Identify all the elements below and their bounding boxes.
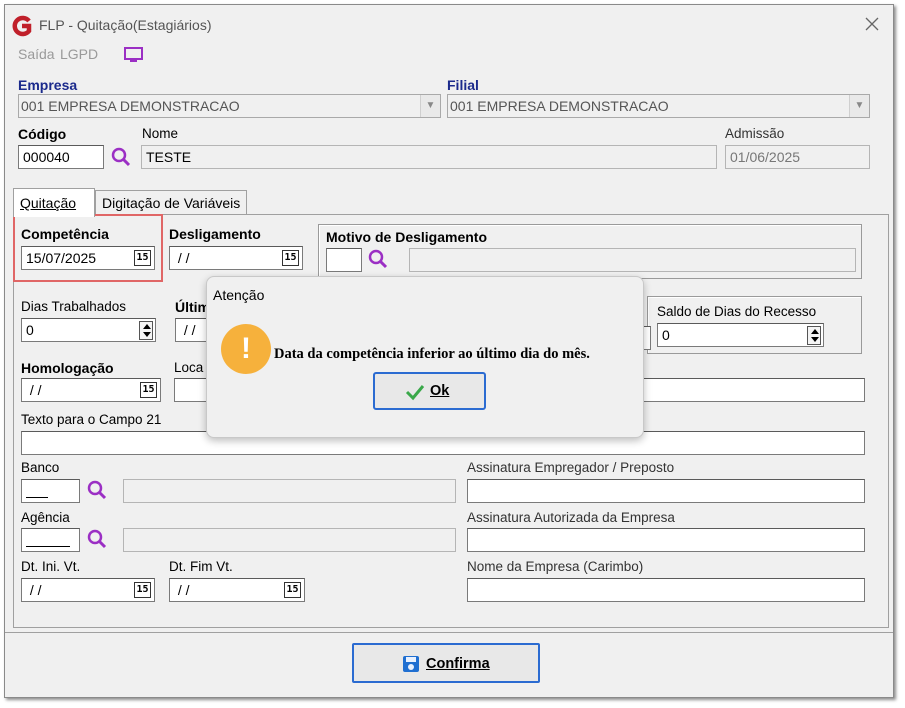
chevron-down-icon[interactable]: ▼ bbox=[849, 95, 869, 117]
spinner-icon[interactable] bbox=[807, 326, 821, 345]
desligamento-label: Desligamento bbox=[169, 226, 261, 242]
chevron-down-icon[interactable]: ▼ bbox=[420, 95, 440, 117]
calendar-icon[interactable]: 15 bbox=[140, 382, 157, 398]
desligamento-field[interactable]: / / 15 bbox=[169, 246, 303, 270]
close-icon[interactable] bbox=[863, 15, 881, 33]
nome-field: TESTE bbox=[141, 145, 717, 169]
filial-combo[interactable]: 001 EMPRESA DEMONSTRACAO ▼ bbox=[447, 94, 870, 118]
assin-empregador-label: Assinatura Empregador / Preposto bbox=[467, 460, 675, 475]
dialog-message: Data da competência inferior ao último d… bbox=[274, 346, 590, 362]
codigo-label: Código bbox=[18, 126, 67, 142]
search-icon[interactable] bbox=[367, 248, 389, 270]
filial-value: 001 EMPRESA DEMONSTRACAO bbox=[450, 98, 669, 114]
calendar-icon[interactable]: 15 bbox=[134, 250, 151, 266]
competencia-value: 15/07/2025 bbox=[26, 250, 97, 266]
dt-fim-field[interactable]: / / 15 bbox=[169, 578, 305, 602]
search-icon[interactable] bbox=[110, 146, 132, 168]
competencia-field[interactable]: 15/07/2025 15 bbox=[21, 246, 155, 270]
empresa-combo[interactable]: 001 EMPRESA DEMONSTRACAO ▼ bbox=[18, 94, 441, 118]
dt-fim-value: / / bbox=[174, 582, 190, 598]
main-window: FLP - Quitação(Estagiários) Saída LGPD E… bbox=[4, 4, 894, 698]
menu-saida[interactable]: Saída bbox=[18, 46, 55, 62]
calendar-icon[interactable]: 15 bbox=[284, 582, 301, 598]
desligamento-value: / / bbox=[174, 250, 190, 266]
filial-label: Filial bbox=[447, 77, 479, 93]
confirma-label: Confirma bbox=[426, 656, 490, 672]
menu-lgpd[interactable]: LGPD bbox=[60, 46, 98, 62]
local-label: Loca bbox=[174, 360, 204, 375]
ultimo-label: Últim bbox=[175, 299, 210, 315]
motivo-label: Motivo de Desligamento bbox=[326, 229, 488, 245]
banco-field[interactable] bbox=[21, 479, 80, 503]
dias-trabalhados-value: 0 bbox=[26, 322, 34, 338]
homologacao-field[interactable]: / / 15 bbox=[21, 378, 161, 402]
window-title: FLP - Quitação(Estagiários) bbox=[39, 17, 212, 33]
codigo-field[interactable]: 000040 bbox=[18, 145, 104, 169]
admissao-value: 01/06/2025 bbox=[730, 149, 801, 165]
saldo-value: 0 bbox=[662, 327, 670, 343]
assin-autorizada-label: Assinatura Autorizada da Empresa bbox=[467, 510, 675, 525]
empresa-label: Empresa bbox=[18, 77, 78, 93]
ok-label: Ok bbox=[430, 383, 450, 399]
assin-autorizada-field[interactable] bbox=[467, 528, 865, 552]
agencia-field[interactable] bbox=[21, 528, 80, 552]
saldo-field[interactable]: 0 bbox=[657, 323, 824, 347]
confirma-button[interactable]: Confirma bbox=[352, 643, 540, 683]
alert-dialog: Atenção ! Data da competência inferior a… bbox=[206, 276, 644, 438]
tab-digitacao-variaveis[interactable]: Digitação de Variáveis bbox=[95, 190, 248, 216]
assin-empregador-field[interactable] bbox=[467, 479, 865, 503]
nome-value: TESTE bbox=[146, 149, 192, 165]
admissao-field: 01/06/2025 bbox=[725, 145, 870, 169]
banco-label: Banco bbox=[21, 460, 60, 475]
calendar-icon[interactable]: 15 bbox=[282, 250, 299, 266]
agencia-label: Agência bbox=[21, 510, 70, 525]
agencia-cursor bbox=[26, 546, 70, 547]
tab-quitacao[interactable]: Quitação bbox=[13, 188, 95, 217]
calendar-icon[interactable]: 15 bbox=[134, 582, 151, 598]
nome-empresa-label: Nome da Empresa (Carimbo) bbox=[467, 559, 644, 574]
search-icon[interactable] bbox=[86, 479, 108, 501]
competencia-label: Competência bbox=[21, 226, 109, 242]
ok-button[interactable]: Ok bbox=[373, 372, 486, 410]
save-icon bbox=[402, 655, 420, 673]
nome-empresa-field[interactable] bbox=[467, 578, 865, 602]
nome-label: Nome bbox=[142, 126, 179, 141]
app-logo-icon bbox=[11, 15, 33, 37]
motivo-code-field[interactable] bbox=[326, 248, 362, 272]
agencia-desc-field bbox=[123, 528, 456, 552]
homologacao-value: / / bbox=[26, 382, 42, 398]
dt-ini-value: / / bbox=[26, 582, 42, 598]
dias-trabalhados-label: Dias Trabalhados bbox=[21, 299, 127, 314]
ultimo-value: / / bbox=[180, 322, 196, 338]
dt-fim-label: Dt. Fim Vt. bbox=[169, 559, 233, 574]
homologacao-label: Homologação bbox=[21, 360, 114, 376]
dt-ini-label: Dt. Ini. Vt. bbox=[21, 559, 81, 574]
texto21-label: Texto para o Campo 21 bbox=[21, 412, 162, 427]
check-icon bbox=[405, 383, 425, 401]
saldo-label: Saldo de Dias do Recesso bbox=[657, 304, 817, 319]
local-right-field[interactable] bbox=[641, 378, 865, 402]
dias-trabalhados-field[interactable]: 0 bbox=[21, 318, 156, 342]
motivo-desc-field bbox=[409, 248, 856, 272]
warning-icon: ! bbox=[221, 324, 271, 374]
empresa-value: 001 EMPRESA DEMONSTRACAO bbox=[21, 98, 240, 114]
dt-ini-field[interactable]: / / 15 bbox=[21, 578, 155, 602]
banco-desc-field bbox=[123, 479, 456, 503]
search-icon[interactable] bbox=[86, 528, 108, 550]
monitor-icon[interactable] bbox=[123, 46, 145, 64]
dialog-title: Atenção bbox=[213, 287, 265, 303]
banco-cursor bbox=[26, 497, 48, 498]
tab-strip: Quitação Digitação de Variáveis bbox=[13, 188, 887, 217]
spinner-icon[interactable] bbox=[139, 321, 153, 340]
codigo-value: 000040 bbox=[23, 149, 70, 165]
footer-divider bbox=[5, 632, 893, 633]
admissao-label: Admissão bbox=[725, 126, 785, 141]
